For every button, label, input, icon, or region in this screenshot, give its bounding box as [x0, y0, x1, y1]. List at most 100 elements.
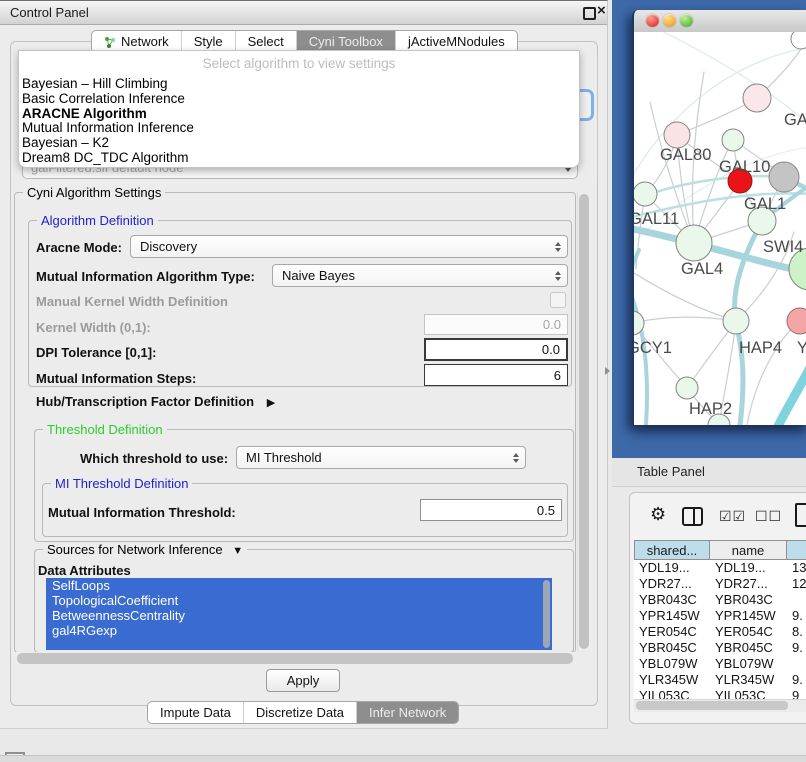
network-view-window[interactable]: GALGAL80GAL10GAL1GAL11SWI4GAL4GCY1HAP4YH… — [632, 10, 806, 425]
data-attribute-item[interactable]: BetweennessCentrality — [46, 608, 552, 623]
tab-label: Cyni Toolbox — [309, 34, 383, 49]
network-node[interactable] — [634, 182, 657, 206]
gear-icon[interactable]: ⚙ — [650, 504, 666, 525]
table-cell: YBR043C — [710, 592, 787, 608]
table-row[interactable]: YDR27...YDR27...12 — [634, 576, 806, 592]
algorithm-option-bayesian-k2[interactable]: Bayesian – K2 — [19, 136, 579, 151]
network-node[interactable] — [722, 129, 744, 151]
algorithm-option-basic-correlation-inference[interactable]: Basic Correlation Inference — [19, 92, 579, 107]
split-view-icon[interactable] — [682, 507, 703, 526]
panel-splitter-handle[interactable] — [605, 367, 610, 375]
mi-steps-field[interactable]: 6 — [424, 364, 568, 386]
select-all-checkboxes-icon[interactable]: ☑☑ — [719, 508, 746, 525]
mi-type-label: Mutual Information Algorithm Type: — [36, 269, 255, 284]
attributes-list-scrollbar[interactable] — [543, 580, 550, 648]
network-node[interactable] — [743, 84, 771, 112]
network-node[interactable] — [664, 122, 690, 148]
tab-infer-network[interactable]: Infer Network — [356, 702, 458, 723]
table-row[interactable]: YLR345WYLR345W9. — [634, 672, 806, 688]
algorithm-dropdown[interactable]: Select algorithm to view settings Bayesi… — [18, 50, 580, 168]
table-row[interactable]: YBR043CYBR043C — [634, 592, 806, 608]
column-header-shared[interactable]: shared... — [634, 540, 710, 560]
cyni-bottom-tabs: Impute Data Discretize DataInfer Network — [147, 701, 459, 724]
float-window-icon[interactable] — [583, 7, 596, 20]
table-row[interactable]: YDL19...YDL19...13 — [634, 560, 806, 576]
kernel-width-value: 0.0 — [543, 317, 561, 332]
node-label-gal1: GAL1 — [744, 195, 786, 213]
mac-close-button[interactable] — [646, 14, 659, 27]
table-row[interactable]: YBL079WYBL079W — [634, 656, 806, 672]
algorithm-options-list: Bayesian – Hill ClimbingBasic Correlatio… — [19, 77, 579, 166]
kernel-width-label: Kernel Width (0,1): — [36, 320, 151, 335]
export-table-icon[interactable] — [795, 503, 806, 527]
table-cell: YLR345W — [634, 672, 710, 688]
algorithm-option-bayesian-hill-climbing[interactable]: Bayesian – Hill Climbing — [19, 77, 579, 92]
network-window-titlebar[interactable] — [634, 10, 806, 33]
table-row[interactable]: YER054CYER054C8. — [634, 624, 806, 640]
table-header-row: shared...name — [634, 540, 806, 560]
data-attributes-label: Data Attributes — [38, 563, 131, 578]
table-cell: YPR145W — [634, 608, 710, 624]
algorithm-option-dream8-dc-tdc-algorithm[interactable]: Dream8 DC_TDC Algorithm — [19, 151, 579, 166]
column-header-name[interactable]: name — [710, 540, 787, 560]
settings-vertical-scrollbar-thumb[interactable] — [579, 194, 589, 649]
cytoscape-desktop: Control Panel × NetworkStyleSelectCyni T… — [0, 0, 806, 762]
tab-label: Impute Data — [160, 705, 231, 720]
algorithm-option-mutual-information-inference[interactable]: Mutual Information Inference — [19, 121, 579, 136]
kernel-width-field[interactable]: 0.0 — [424, 314, 568, 335]
aracne-mode-value: Discovery — [140, 239, 197, 254]
data-attribute-item[interactable]: gal4RGexp — [46, 623, 552, 638]
threshold-definition-title: Threshold Definition — [43, 422, 167, 437]
network-canvas[interactable]: GALGAL80GAL10GAL1GAL11SWI4GAL4GCY1HAP4YH… — [634, 32, 806, 425]
mac-minimize-button[interactable] — [663, 14, 676, 27]
settings-horizontal-scrollbar-thumb[interactable] — [17, 653, 573, 664]
network-node[interactable] — [676, 225, 712, 261]
which-threshold-select[interactable]: MI Threshold — [236, 446, 526, 469]
mac-zoom-button[interactable] — [680, 14, 693, 27]
network-node[interactable] — [791, 32, 806, 49]
column-header-extra[interactable] — [787, 540, 806, 560]
table-cell: YBL079W — [634, 656, 710, 672]
combo-spinner-icon — [555, 242, 561, 252]
dpi-tolerance-field[interactable]: 0.0 — [424, 338, 568, 361]
manual-kernel-checkbox[interactable] — [550, 292, 566, 308]
tab-network[interactable]: Network — [92, 31, 181, 52]
tab-discretize-data[interactable]: Discretize Data — [243, 702, 356, 723]
tab-impute-data[interactable]: Impute Data — [148, 702, 243, 723]
network-node[interactable] — [723, 308, 749, 334]
table-horizontal-scrollbar-thumb[interactable] — [636, 701, 788, 710]
mi-steps-label: Mutual Information Steps: — [36, 371, 196, 386]
mi-type-value: Naive Bayes — [282, 268, 355, 283]
data-attribute-item[interactable]: SelfLoops — [46, 578, 552, 593]
apply-button-label: Apply — [287, 673, 320, 688]
aracne-mode-select[interactable]: Discovery — [130, 235, 568, 258]
mi-type-select[interactable]: Naive Bayes — [272, 264, 568, 287]
node-label-gal11: GAL11 — [634, 210, 679, 228]
table-row[interactable]: YBR045CYBR045C9. — [634, 640, 806, 656]
control-panel: Control Panel × NetworkStyleSelectCyni T… — [0, 0, 608, 729]
table-cell — [787, 656, 806, 672]
network-edge — [777, 364, 806, 425]
sources-title-row[interactable]: Sources for Network Inference ▼ — [43, 542, 247, 557]
node-label-hap2: HAP2 — [689, 400, 732, 418]
network-node[interactable] — [769, 162, 799, 192]
close-icon[interactable]: × — [597, 2, 606, 19]
network-node[interactable] — [676, 377, 698, 399]
tab-style[interactable]: Style — [181, 31, 235, 52]
apply-button[interactable]: Apply — [266, 669, 340, 692]
table-cell: 9. — [787, 608, 806, 624]
tab-cyni-toolbox[interactable]: Cyni Toolbox — [296, 31, 395, 52]
data-attribute-item[interactable]: TopologicalCoefficient — [46, 593, 552, 608]
table-row[interactable]: YPR145WYPR145W9. — [634, 608, 806, 624]
node-label-gal10: GAL10 — [719, 158, 770, 176]
hub-definition-expander[interactable]: Hub/Transcription Factor Definition ▶ — [36, 394, 275, 409]
combo-spinner-icon — [513, 453, 519, 463]
table-cell: 13 — [787, 560, 806, 576]
tab-jactivemnodules[interactable]: jActiveMNodules — [395, 31, 517, 52]
data-attributes-list[interactable]: SelfLoopsTopologicalCoefficientBetweenne… — [46, 578, 552, 650]
tab-select[interactable]: Select — [235, 31, 296, 52]
mi-threshold-field[interactable]: 0.5 — [420, 499, 562, 521]
node-table: shared...name YDL19...YDL19...13YDR27...… — [634, 540, 806, 706]
algorithm-option-aracne-algorithm[interactable]: ARACNE Algorithm — [19, 107, 579, 122]
deselect-checkboxes-icon[interactable]: ☐☐ — [755, 508, 782, 525]
